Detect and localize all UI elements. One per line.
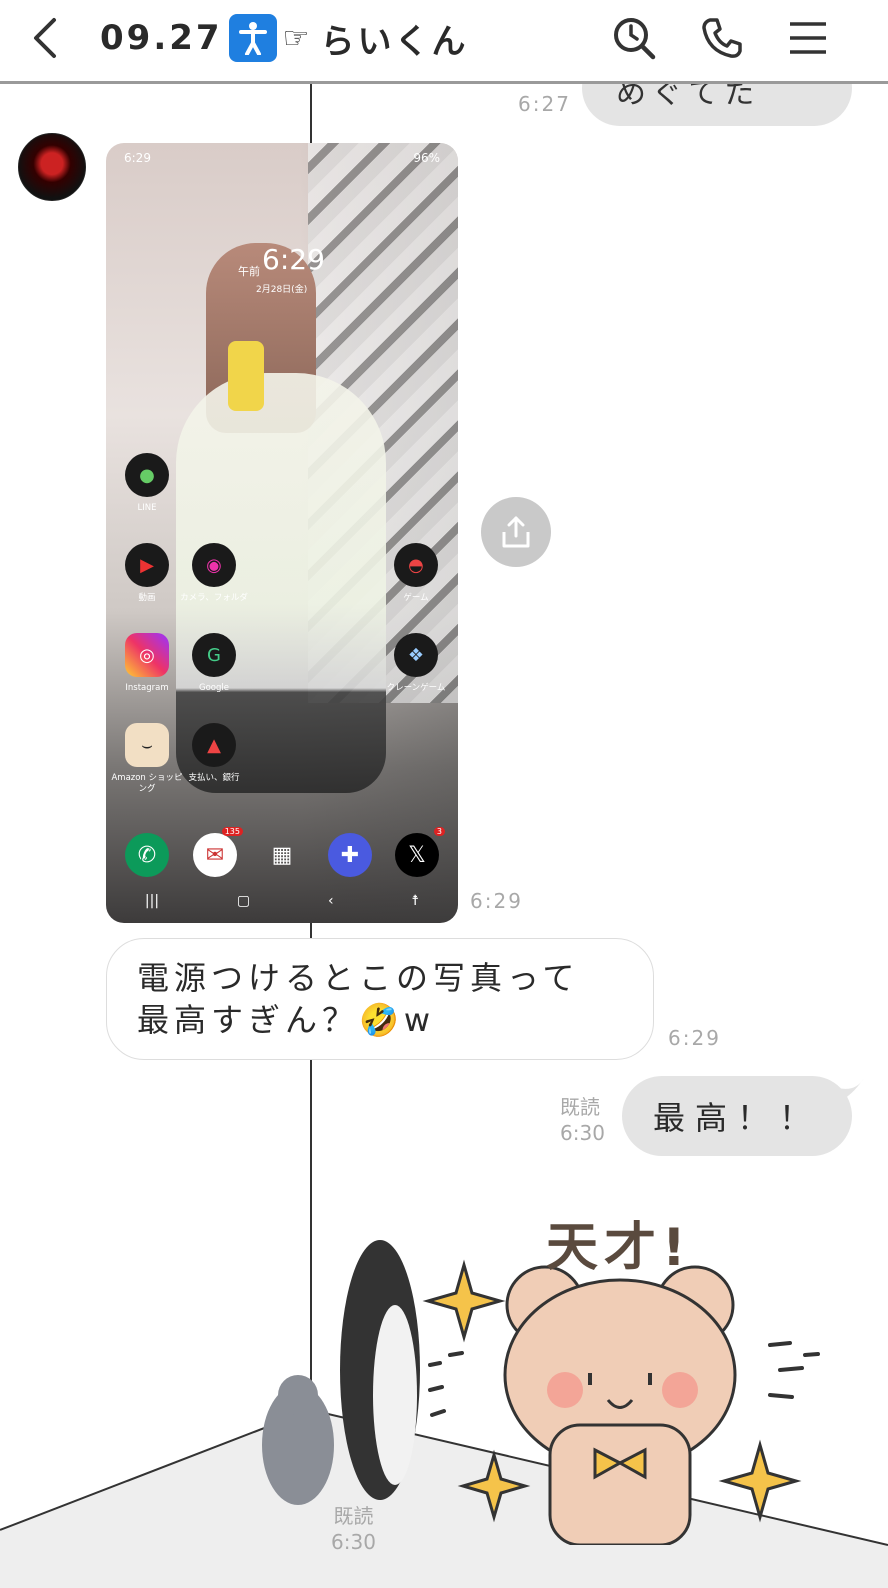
x-badge: 3: [433, 827, 445, 836]
lock-date: 2月28日(金): [256, 285, 308, 295]
hamburger-menu-icon: [790, 22, 826, 54]
home-dock: ✆ ✉ 135 ▦ ✚ 𝕏3: [106, 827, 458, 877]
crane-folder-icon: ❖: [394, 633, 438, 677]
sticker-read-receipt: 既読 6:30: [331, 1504, 376, 1554]
status-bar: 6:29 96%: [124, 151, 440, 171]
chat-title[interactable]: 09.27 ☞ らいくん: [100, 12, 468, 64]
sticker-caption: 天才!: [546, 1218, 692, 1278]
message-time: 6:27: [518, 92, 571, 116]
messages-app-icon: ✚: [328, 833, 372, 877]
app-folder-line: ● LINE: [109, 453, 185, 514]
home-icon: ▢: [236, 893, 251, 909]
phone-app-icon: ✆: [125, 833, 169, 877]
app-folder-payment: ▲ 支払い、銀行: [176, 723, 252, 784]
accessibility-icon: [228, 14, 277, 62]
accessibility-nav-icon: ☨: [411, 893, 420, 909]
google-folder-icon: G: [192, 633, 236, 677]
status-time: 6:29: [124, 151, 151, 165]
mail-app-icon: ✉ 135: [193, 827, 243, 877]
sparkle-icon: [718, 1439, 802, 1523]
payment-folder-icon: ▲: [192, 723, 236, 767]
mail-badge: 135: [221, 827, 243, 836]
back-button[interactable]: [18, 10, 74, 66]
app-folder-camera: ◉ カメラ、フォルダ: [176, 543, 252, 604]
amazon-icon: ⌣: [125, 723, 169, 767]
search-button[interactable]: [606, 10, 662, 66]
chat-header: 09.27 ☞ らいくん: [0, 0, 888, 84]
app-folder-crane: ❖ クレーンゲーム: [378, 633, 454, 694]
contact-avatar[interactable]: [18, 133, 86, 201]
message-suffix: w: [403, 1001, 436, 1039]
app-instagram: ◎ Instagram: [109, 633, 185, 694]
sent-message-bubble[interactable]: 最高！！: [622, 1076, 852, 1156]
sparkle-icon: [457, 1449, 531, 1523]
title-prefix: 09.27: [100, 18, 223, 58]
share-button[interactable]: [481, 497, 551, 567]
recents-icon: |||: [144, 893, 160, 909]
video-folder-icon: ▶: [125, 543, 169, 587]
title-suffix: らいくん: [320, 21, 469, 62]
line-folder-icon: ●: [125, 453, 169, 497]
call-button[interactable]: [694, 10, 750, 66]
status-battery: 96%: [413, 151, 440, 165]
share-icon: [502, 516, 530, 548]
pointing-hand-icon: ☞: [282, 20, 313, 56]
message-text: 最高！！: [652, 1099, 821, 1137]
message-time: 6:29: [668, 1026, 721, 1050]
app-folder-google: G Google: [176, 633, 252, 694]
app-amazon: ⌣ Amazon ショッピング: [109, 723, 185, 795]
rofl-emoji: 🤣: [359, 1001, 404, 1039]
message-line-2: 最高すぎん？: [137, 1001, 360, 1039]
sparkle-icon: [422, 1259, 506, 1343]
apps-grid-icon: ▦: [271, 842, 293, 868]
lock-ampm: 午前: [238, 265, 260, 278]
message-time: 6:29: [470, 889, 523, 913]
back-nav-icon: ‹: [327, 893, 334, 909]
read-receipt: 既読 6:30: [560, 1095, 605, 1145]
x-app-icon: 𝕏3: [395, 827, 445, 877]
camera-folder-icon: ◉: [192, 543, 236, 587]
image-message[interactable]: 6:29 96% 午前 6:29 2月28日(金) ● LINE ▶ 動画 ◉ …: [106, 143, 458, 923]
android-navbar: ||| ▢ ‹ ☨: [106, 893, 458, 917]
menu-button[interactable]: [780, 10, 836, 66]
message-line-1: 電源つけるとこの写真って: [137, 959, 580, 997]
search-clock-icon: [614, 18, 656, 60]
lock-time: 6:29: [262, 243, 325, 276]
app-folder-game: ◓ ゲーム: [378, 543, 454, 604]
phone-icon: [702, 18, 742, 58]
game-folder-icon: ◓: [394, 543, 438, 587]
received-message-bubble[interactable]: 電源つけるとこの写真って 最高すぎん？🤣w: [106, 938, 654, 1060]
chevron-left-icon: [34, 18, 56, 58]
app-folder-video: ▶ 動画: [109, 543, 185, 604]
instagram-icon: ◎: [125, 633, 169, 677]
photo-phone: [228, 341, 264, 411]
